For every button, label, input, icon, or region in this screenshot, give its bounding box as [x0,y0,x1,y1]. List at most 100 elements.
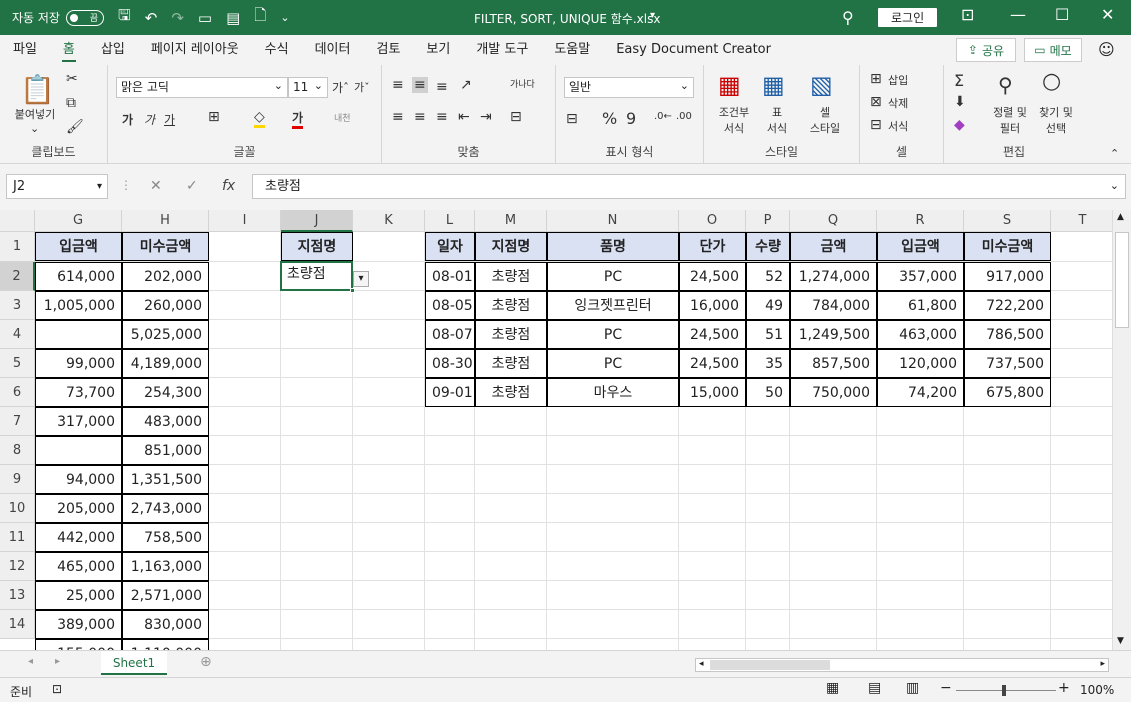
left-table-cell[interactable]: 94,000 [35,465,122,494]
form-icon[interactable]: ▤ [226,9,240,27]
column-header-J[interactable]: J [281,210,353,232]
format-as-table-label-1[interactable]: 표 [760,105,794,120]
left-table-cell[interactable]: 99,000 [35,349,122,378]
validation-dropdown-icon[interactable]: ▾ [353,271,369,287]
result-table-cell[interactable]: 24,500 [679,320,746,349]
result-table-cell[interactable]: 09-01 [425,378,475,407]
column-header-S[interactable]: S [964,210,1051,232]
insert-cells-icon[interactable]: ⊞ [870,71,882,87]
copy-icon[interactable]: ⧉ [66,95,76,111]
zoom-level[interactable]: 100% [1080,683,1114,697]
result-table-header[interactable]: 품명 [547,232,679,261]
result-table-cell[interactable]: 722,200 [964,291,1051,320]
left-table-cell[interactable]: 1,005,000 [35,291,122,320]
result-table-cell[interactable]: 초량점 [475,378,547,407]
result-table-cell[interactable]: 초량점 [475,291,547,320]
scroll-up-icon[interactable]: ▲ [1117,212,1124,222]
row-header-8[interactable]: 8 [0,436,35,465]
format-as-table-label-2[interactable]: 서식 [760,121,794,136]
result-table-cell[interactable]: PC [547,320,679,349]
scroll-right-icon[interactable]: ▸ [1100,659,1105,669]
align-bottom-icon[interactable]: ≡ [436,79,448,95]
delete-cells-label[interactable]: 삭제 [888,96,908,111]
result-table-cell[interactable]: 786,500 [964,320,1051,349]
formula-bar-handle-icon[interactable]: ⋮ [120,178,132,192]
left-table-cell[interactable]: 2,743,000 [122,494,209,523]
paste-label[interactable]: 붙여넣기 [10,107,60,122]
tab-4[interactable]: 수식 [252,35,302,65]
scroll-left-icon[interactable]: ◂ [699,659,704,669]
customize-qa-icon[interactable]: ⌄ [280,11,289,24]
result-table-cell[interactable]: 61,800 [877,291,964,320]
tab-8[interactable]: 개발 도구 [463,35,541,65]
column-header-L[interactable]: L [425,210,475,232]
merge-center-icon[interactable]: ⊟ [510,109,522,125]
column-header-M[interactable]: M [475,210,547,232]
result-table-cell[interactable]: 750,000 [790,378,877,407]
cut-icon[interactable]: ✂ [66,71,78,87]
result-table-cell[interactable]: 16,000 [679,291,746,320]
align-top-icon[interactable]: ≡ [392,77,404,93]
delete-cells-icon[interactable]: ⊠ [870,94,882,110]
autosave-toggle[interactable]: 끔 [65,9,104,26]
left-table-header[interactable]: 미수금액 [122,232,209,261]
result-table-cell[interactable]: 35 [746,349,790,378]
increase-font-icon[interactable]: 가ˆ [332,79,349,96]
result-table-cell[interactable]: 463,000 [877,320,964,349]
result-table-header[interactable]: 금액 [790,232,877,261]
result-table-cell[interactable]: 초량점 [475,320,547,349]
worksheet-grid[interactable]: G H I J K L M N O P Q R S T 1 2 3 4 5 6 7 8 9 10 11 12 13 14 입금액 미수금액… [0,210,1112,650]
column-header-G[interactable]: G [35,210,122,232]
feedback-smiley-icon[interactable]: ☺ [1098,40,1115,59]
left-table-cell[interactable]: 465,000 [35,552,122,581]
accounting-format-icon[interactable]: ⊟ [566,111,578,127]
result-table-cell[interactable]: 74,200 [877,378,964,407]
tab-6[interactable]: 검토 [363,35,413,65]
left-table-cell[interactable]: 851,000 [122,436,209,465]
left-table-cell[interactable] [35,320,122,349]
undo-icon[interactable]: ↶ [145,9,158,27]
left-table-cell[interactable]: 317,000 [35,407,122,436]
result-table-cell[interactable]: 24,500 [679,349,746,378]
decrease-indent-icon[interactable]: ⇤ [458,109,470,125]
format-as-table-icon[interactable]: ▦ [762,71,785,99]
row-header-13[interactable]: 13 [0,581,35,610]
prev-sheet-icon[interactable]: ◂ [28,656,33,667]
left-table-cell[interactable]: 25,000 [35,581,122,610]
paste-dropdown-icon[interactable]: ⌄ [30,121,39,136]
comma-style-icon[interactable]: 9 [626,109,636,128]
decrease-decimal-icon[interactable]: .00 [676,111,692,122]
zoom-in-icon[interactable]: + [1058,680,1070,696]
vertical-scrollbar[interactable]: ▲ ▼ [1112,210,1131,650]
redo-icon[interactable]: ↷ [171,9,184,27]
maximize-icon[interactable]: ☐ [1055,5,1069,24]
zoom-out-icon[interactable]: − [940,680,952,696]
horizontal-scroll-thumb[interactable] [710,660,830,670]
criteria-value-cell[interactable]: 초량점 [281,262,353,291]
row-header-5[interactable]: 5 [0,349,35,378]
save-icon[interactable]: 🖫 [118,5,131,30]
select-all-corner[interactable] [0,210,35,232]
normal-view-icon[interactable]: ▦ [826,680,839,696]
share-button[interactable]: ⇪ 공유 [956,38,1016,62]
row-header-3[interactable]: 3 [0,291,35,320]
scroll-down-icon[interactable]: ▼ [1117,636,1124,646]
cell-styles-label-2[interactable]: 스타일 [800,121,850,136]
format-painter-icon[interactable]: 🖌 [66,119,84,135]
row-header-6[interactable]: 6 [0,378,35,407]
result-table-cell[interactable]: 1,249,500 [790,320,877,349]
result-table-cell[interactable]: 784,000 [790,291,877,320]
sheet-tab[interactable]: Sheet1 [101,651,167,675]
left-table-cell[interactable]: 2,571,000 [122,581,209,610]
formula-input[interactable]: 초량점 [252,174,1126,199]
insert-function-icon[interactable]: fx [222,178,235,194]
row-header-7[interactable]: 7 [0,407,35,436]
result-table-cell[interactable]: 초량점 [475,349,547,378]
sort-filter-label-2[interactable]: 필터 [988,121,1032,136]
search-icon[interactable]: ⚲ [842,8,854,27]
font-name-select[interactable]: 맑은 고딕 [116,76,288,98]
fill-handle[interactable] [350,288,355,293]
collapse-ribbon-icon[interactable]: ⌃ [1110,147,1119,160]
result-table-cell[interactable]: 24,500 [679,262,746,291]
close-icon[interactable]: ✕ [1101,5,1114,24]
